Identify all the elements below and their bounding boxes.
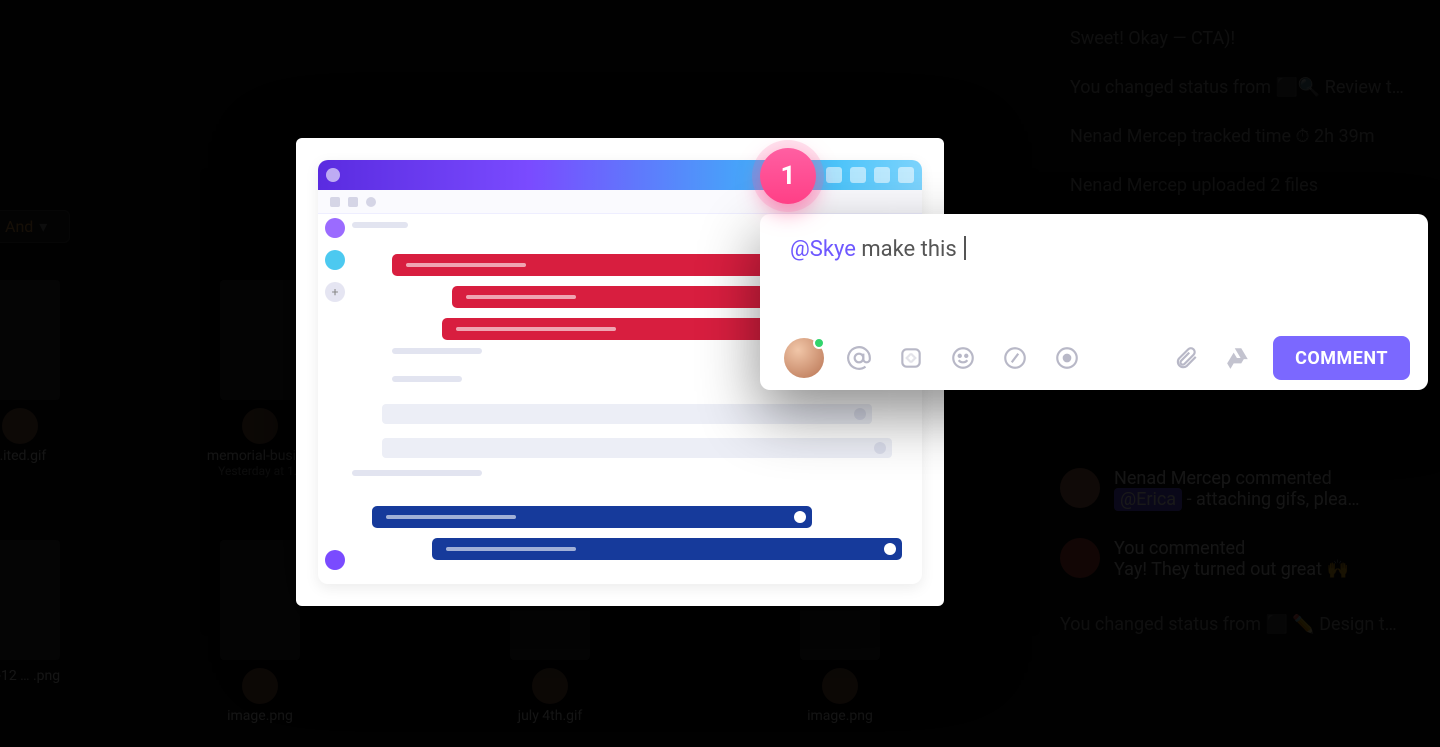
ghost-bar	[382, 438, 892, 458]
add-icon[interactable]	[366, 197, 376, 207]
calendar-icon[interactable]	[874, 167, 890, 183]
rail-avatar-s[interactable]	[325, 250, 345, 270]
app-header	[318, 160, 922, 190]
bar-label-line	[456, 327, 616, 331]
mention-chip[interactable]: @Skye	[790, 237, 856, 262]
slash-command-icon[interactable]	[998, 341, 1032, 375]
text-cursor	[964, 236, 966, 260]
search-icon[interactable]	[850, 167, 866, 183]
step-marker: 1	[760, 148, 816, 204]
gantt-bar[interactable]	[442, 318, 782, 340]
ghost-bar	[382, 404, 872, 424]
comment-text: make this	[856, 237, 962, 262]
bar-label-line	[386, 515, 516, 519]
task-icon[interactable]	[894, 341, 928, 375]
gantt-bar[interactable]	[452, 286, 772, 308]
record-icon[interactable]	[1050, 341, 1084, 375]
inbox-icon[interactable]	[898, 167, 914, 183]
app-logo-icon	[326, 168, 340, 182]
gantt-bar[interactable]	[372, 506, 812, 528]
presence-indicator	[813, 337, 825, 349]
composer-toolbar: COMMENT	[760, 326, 1428, 390]
app-toolbar	[318, 190, 922, 214]
rail-avatar-j[interactable]	[325, 218, 345, 238]
row-stub	[392, 348, 482, 354]
comment-button[interactable]: COMMENT	[1273, 336, 1410, 380]
bar-handle[interactable]	[794, 511, 806, 523]
list-view-icon[interactable]	[348, 197, 358, 207]
bar-label-line	[406, 263, 526, 267]
bar-handle[interactable]	[854, 408, 866, 420]
emoji-icon[interactable]	[946, 341, 980, 375]
bell-icon[interactable]	[826, 167, 842, 183]
attachment-icon[interactable]	[1169, 341, 1203, 375]
app-header-right	[826, 167, 914, 183]
bar-label-line	[466, 295, 576, 299]
rail-settings-icon[interactable]	[325, 550, 345, 570]
bar-handle[interactable]	[874, 442, 886, 454]
gantt-bar[interactable]	[392, 254, 792, 276]
gantt-bar[interactable]	[432, 538, 902, 560]
bar-label-line	[446, 547, 576, 551]
section-stub	[352, 222, 408, 228]
current-user-avatar[interactable]	[784, 338, 824, 378]
mention-icon[interactable]	[842, 341, 876, 375]
row-stub	[392, 376, 462, 382]
google-drive-icon[interactable]	[1221, 341, 1255, 375]
section-stub	[352, 470, 482, 476]
bar-handle[interactable]	[884, 543, 896, 555]
app-nav-rail: +	[318, 214, 352, 584]
grid-view-icon[interactable]	[330, 197, 340, 207]
comment-composer: @Skye make this COMMENT	[760, 214, 1428, 390]
rail-add-button[interactable]: +	[325, 282, 345, 302]
comment-input[interactable]: @Skye make this	[760, 214, 1428, 326]
